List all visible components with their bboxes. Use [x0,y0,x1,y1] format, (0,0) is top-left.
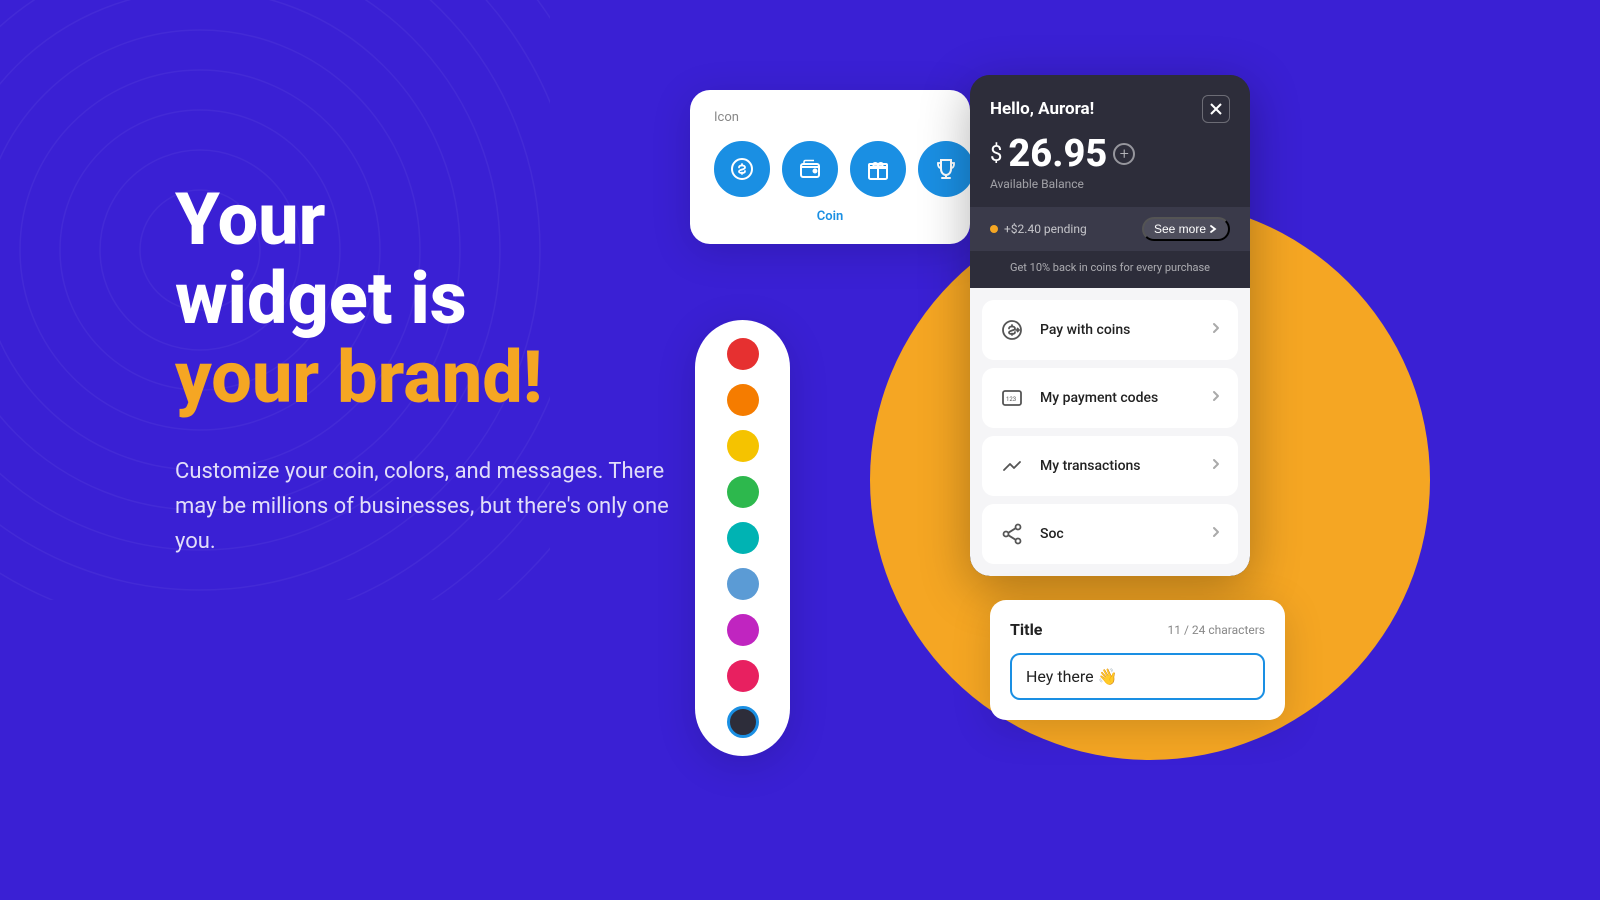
see-more-button[interactable]: See more [1142,217,1230,241]
menu-item-pay-label: Pay with coins [1040,322,1130,338]
transactions-icon [1000,454,1024,478]
menu-section: Pay with coins 123 My payment codes [970,288,1250,576]
svg-text:123: 123 [1006,396,1016,403]
subtext: Customize your coin, colors, and message… [175,454,705,560]
menu-item-pay[interactable]: Pay with coins [982,300,1238,360]
chevron-right-icon [1208,224,1218,234]
pending-text: +$2.40 pending [990,222,1087,236]
dollar-sign: $ [990,142,1002,167]
social-icon-wrap [996,518,1028,550]
chevron-icon [1208,456,1224,476]
menu-item-transactions-label: My transactions [1040,458,1141,474]
chevron-icon [1208,388,1224,408]
widget-panel: Hello, Aurora! $ 26.95 + Available Balan… [970,75,1250,576]
payment-codes-icon: 123 [1000,386,1024,410]
widget-close-button[interactable] [1202,95,1230,123]
title-card-header: Title 11 / 24 characters [1010,620,1265,639]
title-input[interactable] [1010,653,1265,700]
color-option-red[interactable] [727,338,759,370]
pay-icon-wrap [996,314,1028,346]
title-card: Title 11 / 24 characters [990,600,1285,720]
coins-promo: Get 10% back in coins for every purchase [970,251,1250,288]
widget-balance-row: $ 26.95 + [990,135,1230,173]
icon-row [714,141,946,197]
title-label: Title [1010,620,1042,639]
icon-option-gift[interactable] [850,141,906,197]
icon-option-trophy[interactable] [918,141,974,197]
icon-option-coin[interactable] [714,141,770,197]
pay-with-coins-icon [1000,318,1024,342]
color-option-light-blue[interactable] [727,568,759,600]
close-icon [1209,102,1223,116]
color-option-green[interactable] [727,476,759,508]
chevron-icon [1208,320,1224,340]
color-picker-panel [695,320,790,756]
icon-selected-label: Coin [714,209,946,224]
color-option-teal[interactable] [727,522,759,554]
color-option-purple[interactable] [727,614,759,646]
add-funds-button[interactable]: + [1113,143,1135,165]
chevron-icon [1208,524,1224,544]
menu-item-social-label: Soc [1040,526,1064,542]
color-option-pink[interactable] [727,660,759,692]
menu-item-transactions[interactable]: My transactions [982,436,1238,496]
icon-option-wallet[interactable] [782,141,838,197]
headline-line1: Your [175,180,705,259]
menu-item-codes[interactable]: 123 My payment codes [982,368,1238,428]
icon-card: Icon [690,90,970,244]
codes-icon-wrap: 123 [996,382,1028,414]
wallet-icon [796,155,824,183]
balance-label: Available Balance [990,177,1230,191]
color-option-dark-selected[interactable] [727,706,759,738]
color-option-yellow[interactable] [727,430,759,462]
widget-title-row: Hello, Aurora! [990,95,1230,123]
menu-item-social[interactable]: Soc [982,504,1238,564]
title-counter: 11 / 24 characters [1168,623,1265,637]
headline-orange: your brand! [175,338,705,417]
trophy-icon [932,155,960,183]
pending-dot [990,225,998,233]
headline-line2: widget is [175,259,705,338]
gift-icon [864,155,892,183]
color-option-orange[interactable] [727,384,759,416]
social-icon [1000,522,1024,546]
widget-header: Hello, Aurora! $ 26.95 + Available Balan… [970,75,1250,207]
pending-bar: +$2.40 pending See more [970,207,1250,251]
menu-item-codes-label: My payment codes [1040,390,1158,406]
icon-card-label: Icon [714,110,946,125]
transactions-icon-wrap [996,450,1028,482]
left-section: Your widget is your brand! Customize you… [175,180,705,559]
coin-icon [728,155,756,183]
balance-amount: 26.95 [1008,135,1107,173]
widget-greeting: Hello, Aurora! [990,99,1094,119]
